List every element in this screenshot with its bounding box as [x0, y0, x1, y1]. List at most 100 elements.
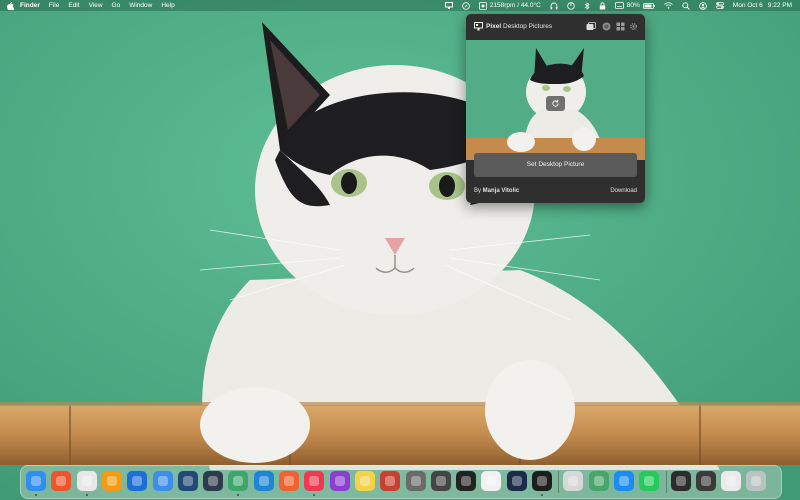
headphones-icon[interactable]: [550, 2, 558, 10]
apple-logo-icon[interactable]: [0, 1, 20, 10]
dock-app-glyph: [157, 476, 168, 486]
menu-bar-status-area: 2158rpm / 44.0°C 80% Mon Oct 6 9:22 PM: [436, 0, 792, 11]
dock-separator: [665, 471, 667, 493]
dock-app-glyph: [751, 476, 762, 486]
download-link[interactable]: Download: [610, 188, 637, 194]
dock-app-glyph: [208, 476, 219, 486]
battery-percent[interactable]: 80%: [627, 0, 640, 11]
dock-app-glyph: [410, 476, 421, 486]
keyboard-icon[interactable]: [614, 2, 624, 9]
dock-app-compass-icon[interactable]: [380, 471, 401, 491]
dock-app-glyph: [461, 476, 472, 486]
menu-bar-time[interactable]: 9:22 PM: [768, 0, 792, 11]
dock-app-glyph: [182, 476, 193, 486]
refresh-icon: [552, 99, 559, 107]
dock-app-files-icon[interactable]: [152, 471, 173, 491]
pixel-desktop-pictures-icon[interactable]: [444, 2, 453, 9]
wallpaper-preview: [466, 40, 645, 160]
dock-app-glyph: [618, 476, 629, 486]
grid-icon[interactable]: [615, 21, 625, 31]
dock-app-layers-icon[interactable]: [203, 471, 224, 491]
dock-app-notchmeister-icon[interactable]: [329, 471, 350, 491]
control-center-icon[interactable]: [715, 2, 724, 9]
dock-app-brave-icon[interactable]: [51, 471, 72, 491]
dock-app-vscode-icon[interactable]: [253, 471, 274, 491]
menu-help[interactable]: Help: [161, 0, 174, 11]
lock-icon[interactable]: [599, 1, 606, 10]
menu-window[interactable]: Window: [129, 0, 152, 11]
dock-app-glyph: [81, 476, 92, 486]
dock-app-glyph: [593, 476, 604, 486]
battery-icon[interactable]: [642, 2, 655, 9]
dock-app-whatsapp-icon[interactable]: [639, 471, 660, 491]
fan-icon[interactable]: [478, 1, 487, 10]
dock-app-glyph: [726, 476, 737, 486]
user-account-icon[interactable]: [698, 1, 707, 10]
dock-app-maps-alt-icon[interactable]: [588, 471, 609, 491]
compass-status-icon[interactable]: [461, 1, 470, 10]
menu-edit[interactable]: Edit: [68, 0, 79, 11]
dock: [20, 465, 782, 499]
menu-finder[interactable]: Finder: [20, 0, 40, 11]
gallery-icon[interactable]: [586, 21, 596, 31]
dock-app-printer-icon[interactable]: [563, 471, 584, 491]
dock-app-recent-window-3-icon[interactable]: [721, 471, 742, 491]
dock-app-recent-window-1-icon[interactable]: [670, 471, 691, 491]
wifi-icon[interactable]: [664, 2, 673, 9]
dock-app-vlc-icon[interactable]: [101, 471, 122, 491]
menu-bar-date[interactable]: Mon Oct 6: [733, 0, 763, 11]
dock-app-swift-playgrounds-icon[interactable]: [279, 471, 299, 491]
set-desktop-picture-button[interactable]: Set Desktop Picture: [474, 153, 637, 177]
dock-app-chrome-icon[interactable]: [76, 471, 97, 491]
dock-app-preview-icon[interactable]: [481, 471, 502, 491]
menu-view[interactable]: View: [89, 0, 103, 11]
pixel-desktop-pictures-popover: Pixel Desktop Pictures Set Desktop Pictu…: [466, 14, 645, 203]
dock-app-maps-icon[interactable]: [228, 471, 249, 491]
dock-app-terminal-icon[interactable]: [532, 471, 552, 491]
dock-app-globe-icon[interactable]: [506, 471, 527, 491]
dock-app-xcode-icon[interactable]: [127, 471, 148, 491]
dock-app-glyph: [486, 476, 497, 486]
dock-app-glyph: [106, 476, 117, 486]
fan-reading[interactable]: 2158rpm / 44.0°C: [490, 0, 541, 11]
dock-app-dropbox-icon[interactable]: [177, 471, 198, 491]
title-rest: Desktop Pictures: [501, 23, 553, 30]
dock-app-glyph: [56, 476, 67, 486]
dock-app-music-icon[interactable]: [304, 471, 325, 491]
credit-prefix: By: [474, 188, 483, 194]
photo-credit: By Manja Vitolic: [474, 188, 519, 194]
dock-app-glyph: [511, 476, 522, 486]
menu-file[interactable]: File: [49, 0, 59, 11]
popover-title: Pixel Desktop Pictures: [486, 22, 552, 31]
dock-app-finder-icon[interactable]: [26, 471, 46, 491]
dock-app-glyph: [435, 476, 446, 486]
dock-app-screenshot-icon[interactable]: [430, 471, 451, 491]
dock-app-glyph: [309, 476, 320, 486]
refresh-button[interactable]: [546, 96, 565, 111]
dock-running-indicator: [85, 494, 88, 496]
app-logo-icon: [474, 22, 483, 31]
popover-header: Pixel Desktop Pictures: [466, 14, 645, 38]
menu-go[interactable]: Go: [112, 0, 121, 11]
dock-app-glyph: [675, 476, 686, 486]
dock-app-system-settings-icon[interactable]: [405, 471, 426, 491]
dock-app-glyph: [284, 476, 294, 486]
recent-photos-icon[interactable]: [601, 21, 611, 31]
dock-app-piano-icon[interactable]: [456, 471, 477, 491]
dock-running-indicator: [541, 494, 543, 496]
gear-icon[interactable]: [628, 21, 638, 31]
dock-separator: [558, 471, 559, 493]
bluetooth-icon[interactable]: [584, 1, 590, 10]
dock-app-trash-icon[interactable]: [746, 471, 767, 491]
dock-app-glyph: [258, 476, 269, 486]
dock-app-notes-icon[interactable]: [354, 471, 375, 491]
dock-app-glyph: [644, 476, 655, 486]
author-link[interactable]: Manja Vitolic: [483, 188, 520, 194]
spotlight-search-icon[interactable]: [682, 1, 690, 10]
stats-icon[interactable]: [567, 1, 575, 10]
dock-running-indicator: [35, 494, 37, 496]
dock-app-glyph: [132, 476, 143, 486]
dock-app-glyph: [537, 476, 547, 486]
dock-app-app-store-icon[interactable]: [613, 471, 634, 491]
dock-app-recent-window-2-icon[interactable]: [695, 471, 716, 491]
